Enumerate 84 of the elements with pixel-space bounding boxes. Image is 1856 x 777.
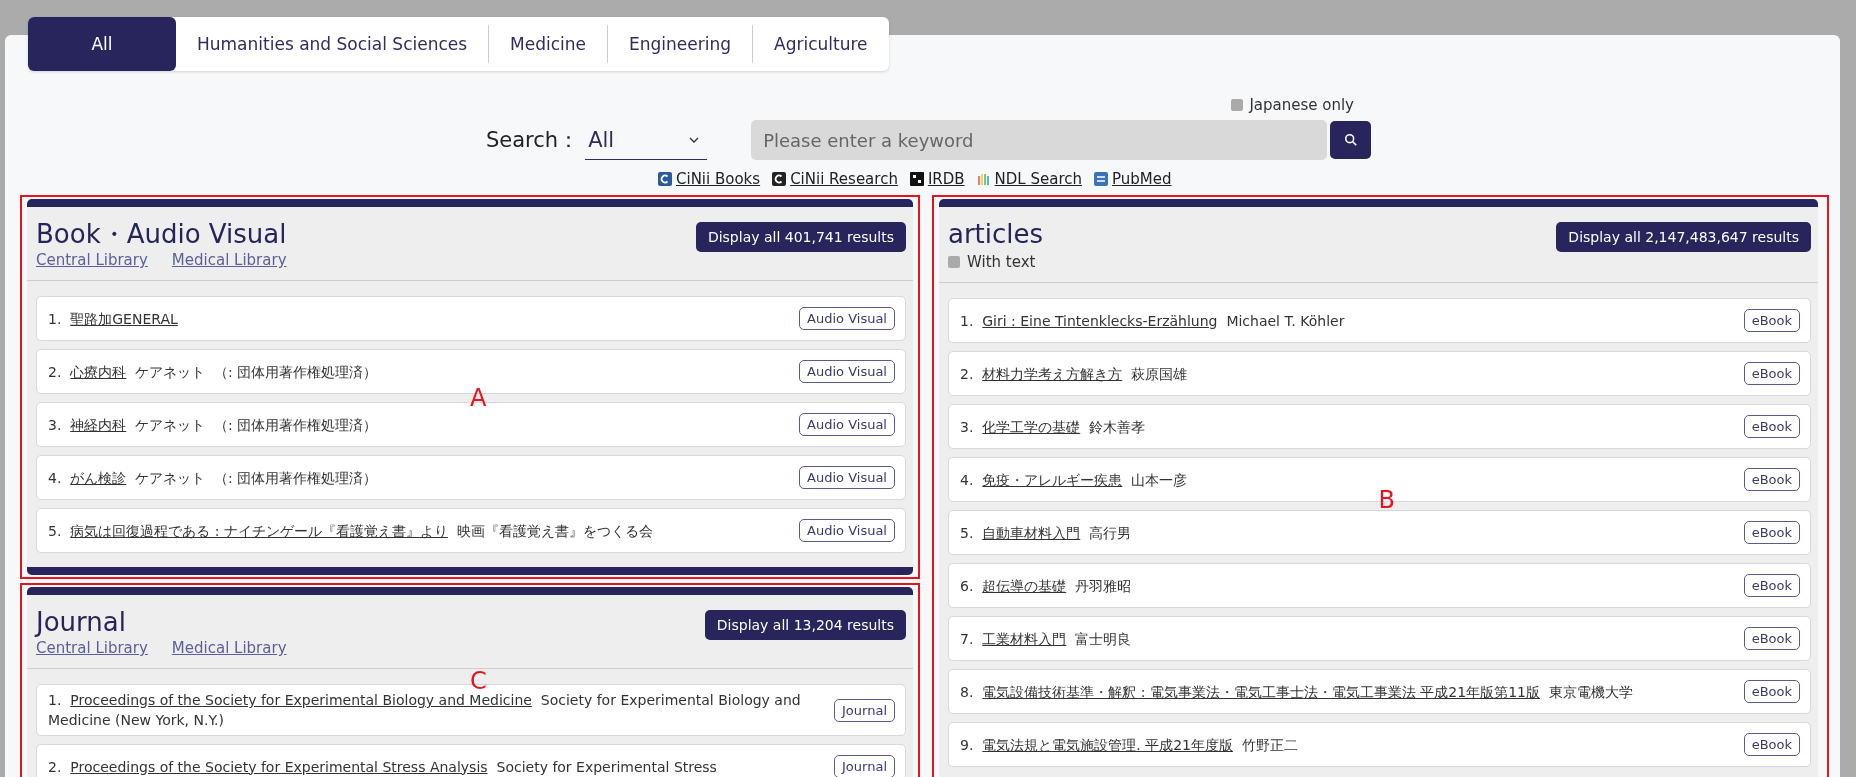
result-text: 7. 工業材料入門 富士明良 xyxy=(960,629,1132,649)
scope-dropdown[interactable]: All xyxy=(585,120,708,160)
category-tab[interactable]: Medicine xyxy=(488,25,608,63)
checkbox[interactable] xyxy=(948,256,960,268)
search-label: Search： xyxy=(486,127,580,154)
section-title: articles xyxy=(948,218,1044,250)
checkbox-label: Japanese only xyxy=(1249,96,1354,114)
result-text: 2. Proceedings of the Society for Experimental Stress Analysis Society for Experimental Stress xyxy=(48,757,717,777)
type-badge: eBook xyxy=(1743,574,1800,597)
type-badge: eBook xyxy=(1743,309,1800,332)
type-badge: Journal xyxy=(834,698,895,722)
type-badge: eBook xyxy=(1743,733,1800,756)
annotation-label: B xyxy=(1378,486,1395,515)
result-title-link[interactable]: 化学工学の基礎 xyxy=(982,418,1081,435)
result-title-link[interactable]: 心療内科 xyxy=(70,363,127,380)
section-title: Journal xyxy=(36,606,127,638)
result-title-link[interactable]: 自動車材料入門 xyxy=(982,524,1081,541)
result-text: 3. 化学工学の基礎 鈴木善孝 xyxy=(960,417,1146,437)
result-title-link[interactable]: がん検診 xyxy=(70,469,127,486)
type-badge: eBook xyxy=(1743,362,1800,385)
source-link[interactable]: PubMed xyxy=(1112,170,1172,188)
type-badge: eBook xyxy=(1743,468,1800,491)
source-link[interactable]: CiNii Research xyxy=(790,170,898,188)
result-title-link[interactable]: 電気法規と電気施設管理. 平成21年度版 xyxy=(982,736,1233,753)
library-link[interactable]: Medical Library xyxy=(171,639,287,657)
result-title-link[interactable]: 電気設備技術基準・解釈 : 電気事業法・電気工事士法・電気工事業法 平成21年版第11版 xyxy=(982,683,1540,700)
source-link[interactable]: NDL Search xyxy=(994,170,1083,188)
logo-icon xyxy=(658,172,672,186)
result-title-link[interactable]: 神経内科 xyxy=(70,416,127,433)
result-text: 2. 材料力学考え方解き方 萩原国雄 xyxy=(960,364,1188,384)
display-all-button[interactable]: Display all 13,204 results xyxy=(704,610,906,640)
type-badge: Journal xyxy=(834,755,895,777)
result-title-link[interactable]: 超伝導の基礎 xyxy=(982,577,1067,594)
result-text: 2. 心療内科 ケアネット （: 団体用著作権処理済） xyxy=(48,362,378,382)
category-tab[interactable]: Engineering xyxy=(607,25,753,63)
logo-icon xyxy=(909,172,924,186)
result-text: 3. 神経内科 ケアネット （: 団体用著作権処理済） xyxy=(48,415,378,435)
result-text: 1. Giri : Eine Tintenklecks-Erzählung Michael T. Köhler xyxy=(960,311,1345,331)
search-button[interactable] xyxy=(1330,121,1372,159)
result-title-link[interactable]: Giri : Eine Tintenklecks-Erzählung xyxy=(982,312,1218,329)
result-text: 1. 聖路加GENERAL xyxy=(48,309,179,329)
type-badge: Audio Visual xyxy=(799,466,895,489)
rainbow-icon xyxy=(976,172,991,186)
category-tab[interactable]: All xyxy=(28,17,176,71)
result-text: 9. 電気法規と電気施設管理. 平成21年度版 竹野正二 xyxy=(960,735,1298,755)
result-title-link[interactable]: 病気は回復過程である : ナイチンゲール『看護覚え書』より xyxy=(70,522,448,539)
type-badge: eBook xyxy=(1743,521,1800,544)
library-link[interactable]: Central Library xyxy=(36,639,148,657)
source-link[interactable]: CiNii Books xyxy=(676,170,761,188)
logo-icon xyxy=(1094,172,1109,186)
annotation-label: A xyxy=(470,383,487,412)
category-tab[interactable]: Agriculture xyxy=(752,25,889,63)
type-badge: eBook xyxy=(1743,627,1800,650)
library-link[interactable]: Central Library xyxy=(36,251,148,269)
type-badge: Audio Visual xyxy=(799,307,895,330)
display-all-button[interactable]: Display all 401,741 results xyxy=(695,222,906,252)
display-all-button[interactable]: Display all 2,147,483,647 results xyxy=(1556,222,1811,252)
search-field[interactable]: Please enter a keyword xyxy=(751,120,1328,160)
section-title: Book・Audio Visual xyxy=(36,218,287,250)
result-title-link[interactable]: Proceedings of the Society for Experimental Stress Analysis xyxy=(70,758,488,775)
type-badge: eBook xyxy=(1743,415,1800,438)
type-badge: Audio Visual xyxy=(799,360,895,383)
category-tab[interactable]: Humanities and Social Sciences xyxy=(176,25,489,63)
type-badge: eBook xyxy=(1743,680,1800,703)
result-text: 4. 免疫・アレルギー疾患 山本一彦 xyxy=(960,470,1188,490)
result-text: 8. 電気設備技術基準・解釈 : 電気事業法・電気工事士法・電気工事業法 平成21年版第11版 東京電機大学 xyxy=(960,682,1633,702)
result-title-link[interactable]: 免疫・アレルギー疾患 xyxy=(982,471,1123,488)
logo-icon xyxy=(772,172,787,186)
result-title-link[interactable]: 工業材料入門 xyxy=(982,630,1067,647)
type-badge: Audio Visual xyxy=(799,519,895,542)
search-icon xyxy=(1343,133,1358,147)
result-text: 6. 超伝導の基礎 丹羽雅昭 xyxy=(960,576,1132,596)
library-link[interactable]: Medical Library xyxy=(171,251,287,269)
result-title-link[interactable]: 聖路加GENERAL xyxy=(70,310,178,327)
checkbox-label: With text xyxy=(967,253,1036,271)
result-title-link[interactable]: Proceedings of the Society for Experimental Biology and Medicine xyxy=(70,692,532,708)
checkbox[interactable] xyxy=(1231,99,1244,111)
result-text: 4. がん検診 ケアネット （: 団体用著作権処理済） xyxy=(48,468,378,488)
result-title-link[interactable]: 材料力学考え方解き方 xyxy=(982,365,1123,382)
result-text: 5. 病気は回復過程である : ナイチンゲール『看護覚え書』より 映画『看護覚え書』をつくる会 xyxy=(48,521,653,541)
result-text: 5. 自動車材料入門 高行男 xyxy=(960,523,1132,543)
caret-icon xyxy=(689,136,700,143)
source-link[interactable]: IRDB xyxy=(927,170,965,188)
type-badge: Audio Visual xyxy=(799,413,895,436)
